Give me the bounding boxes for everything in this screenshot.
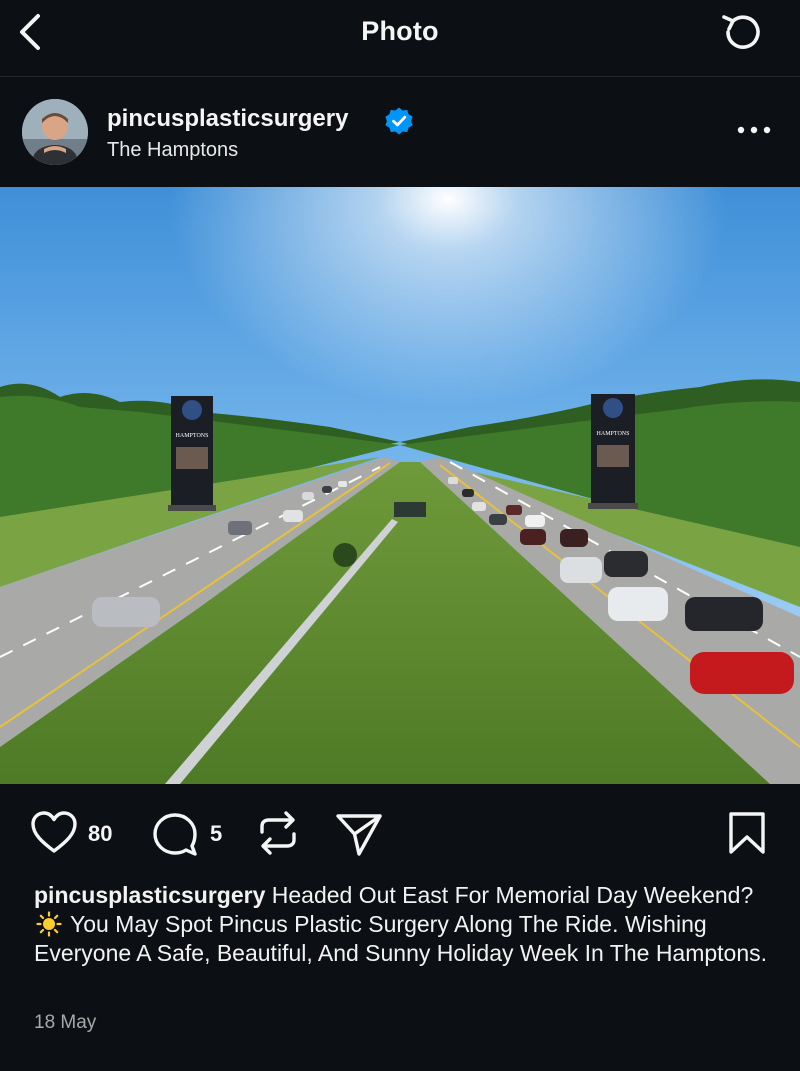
- billboard-right-text: HAMPTONS: [597, 431, 630, 437]
- bookmark-icon: [729, 812, 765, 854]
- median-sign: [394, 502, 426, 517]
- like-count[interactable]: 80: [88, 821, 112, 847]
- repost-icon: [260, 811, 296, 855]
- billboard-left-text: HAMPTONS: [176, 433, 209, 439]
- median-shrub: [333, 543, 357, 567]
- sun-icon: [36, 911, 62, 937]
- post-username[interactable]: pincusplasticsurgery: [107, 105, 348, 133]
- post-date: 18 May: [34, 1012, 97, 1033]
- caption-text-part2: You May Spot Pincus Plastic Surgery Alon…: [34, 911, 768, 966]
- verified-badge-icon: [385, 107, 413, 135]
- avatar[interactable]: [22, 99, 88, 165]
- comment-count[interactable]: 5: [210, 821, 222, 847]
- like-button[interactable]: [30, 810, 78, 856]
- send-icon: [336, 814, 382, 856]
- refresh-button[interactable]: [716, 8, 768, 56]
- comment-icon: [153, 813, 197, 856]
- post-header: pincusplasticsurgery The Hamptons: [0, 77, 800, 187]
- post-location[interactable]: The Hamptons: [107, 139, 238, 162]
- repost-button[interactable]: [256, 810, 300, 856]
- caption-text-part1: Headed Out East For Memorial Day Weekend…: [271, 882, 754, 908]
- top-bar: Photo: [0, 0, 800, 76]
- comment-button[interactable]: [152, 812, 198, 856]
- more-horizontal-icon: [737, 126, 771, 134]
- profile-photo: [22, 99, 88, 165]
- billboard-left: HAMPTONS: [168, 396, 216, 511]
- action-bar: 80 5: [0, 800, 800, 870]
- share-button[interactable]: [334, 810, 384, 858]
- caption-username[interactable]: pincusplasticsurgery: [34, 882, 265, 908]
- more-options-button[interactable]: [730, 115, 778, 145]
- billboard-right: HAMPTONS: [588, 394, 638, 509]
- refresh-icon: [722, 15, 760, 49]
- page-title: Photo: [361, 16, 439, 46]
- post-caption: pincusplasticsurgery Headed Out East For…: [34, 881, 774, 968]
- save-button[interactable]: [726, 810, 768, 856]
- heart-icon: [31, 811, 77, 853]
- post-photo[interactable]: HAMPTONS HAMPTONS: [0, 187, 800, 784]
